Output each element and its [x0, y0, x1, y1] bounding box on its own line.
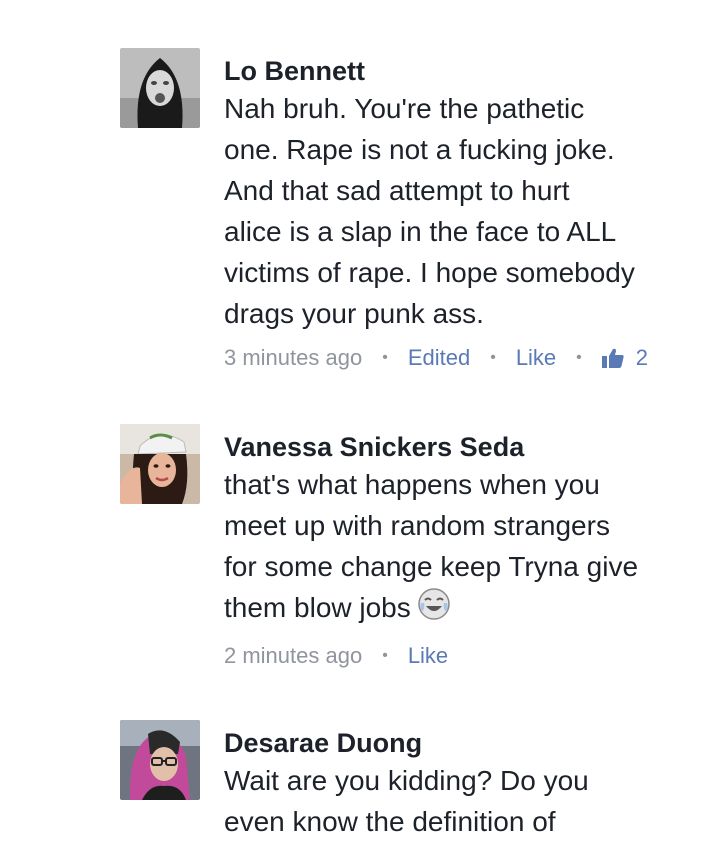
- avatar[interactable]: [120, 720, 200, 800]
- face-with-tears-of-joy-icon: [417, 587, 451, 632]
- comment-text-line: Wait are you kidding? Do you: [224, 765, 589, 796]
- comment-text-fragment: them blow jobs: [224, 592, 411, 623]
- separator-dot: •: [382, 349, 388, 366]
- comment-text-line: alice is a slap in the face to ALL: [224, 216, 617, 247]
- avatar[interactable]: [120, 424, 200, 504]
- comment-text-line: And that sad attempt to hurt: [224, 175, 570, 206]
- comments-feed: Lo Bennett Nah bruh. You're the pathetic…: [0, 0, 720, 854]
- thumbs-up-icon: [601, 348, 624, 368]
- comment-author[interactable]: Desarae Duong: [224, 726, 704, 760]
- comment-meta: 3 minutes ago • Edited • Like • 2: [224, 338, 704, 378]
- comment-timestamp[interactable]: 3 minutes ago: [224, 338, 362, 378]
- avatar[interactable]: [120, 48, 200, 128]
- separator-dot: •: [382, 647, 388, 665]
- comment-author[interactable]: Vanessa Snickers Seda: [224, 430, 704, 464]
- like-count[interactable]: 2: [601, 338, 649, 378]
- comment-text-line: them blow jobs: [224, 587, 704, 632]
- comment-text-line: victims of rape. I hope somebody: [224, 257, 635, 288]
- edited-link[interactable]: Edited: [408, 338, 470, 378]
- comment-text-line: Nah bruh. You're the pathetic: [224, 93, 585, 124]
- like-button[interactable]: Like: [408, 636, 448, 676]
- comment-text: Wait are you kidding? Do you even know t…: [224, 760, 704, 842]
- separator-dot: •: [490, 349, 496, 366]
- comment-text-line: for some change keep Tryna give: [224, 551, 639, 582]
- like-count-value: 2: [635, 345, 649, 370]
- comment-meta: 2 minutes ago • Like: [224, 636, 704, 676]
- comment-text-line: that's what happens when you: [224, 469, 600, 500]
- comment-text-line: one. Rape is not a fucking joke.: [224, 134, 615, 165]
- comment-text-line: even know the definition of: [224, 806, 556, 837]
- comment-text-line: drags your punk ass.: [224, 298, 484, 329]
- comment-text-line: meet up with random strangers: [224, 510, 610, 541]
- comment-text: Nah bruh. You're the pathetic one. Rape …: [224, 88, 704, 334]
- comment-text: that's what happens when you meet up wit…: [224, 464, 704, 632]
- comment-timestamp[interactable]: 2 minutes ago: [224, 636, 362, 676]
- like-button[interactable]: Like: [516, 338, 556, 378]
- separator-dot: •: [576, 349, 582, 366]
- comment-author[interactable]: Lo Bennett: [224, 54, 704, 88]
